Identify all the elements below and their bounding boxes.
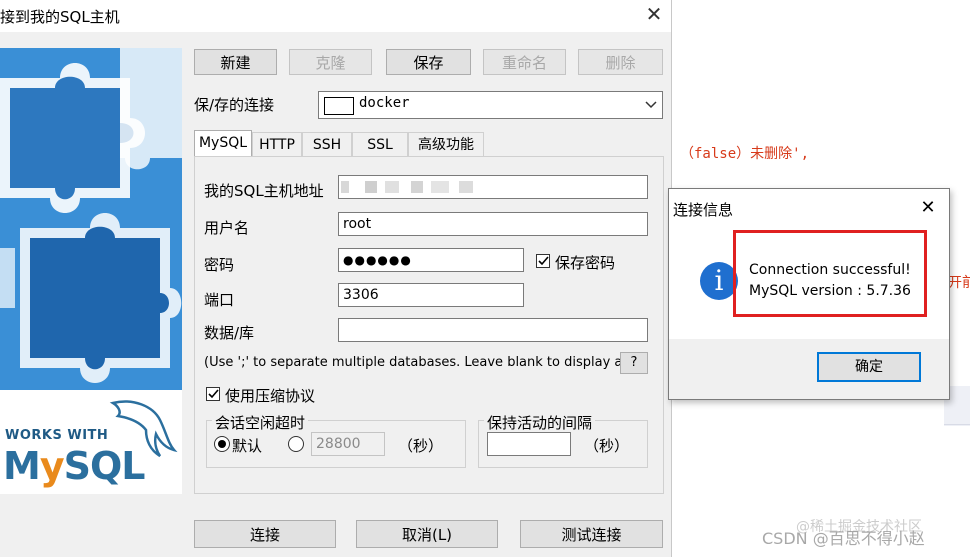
cancel-button[interactable]: 取消(L) <box>356 520 498 548</box>
redacted-host <box>341 181 473 193</box>
background-code-line: （false）未删除', <box>680 146 810 162</box>
compression-label: 使用压缩协议 <box>225 387 316 405</box>
timeout-unit: （秒） <box>398 437 444 455</box>
puzzle-image: WORKS WITH MySQL <box>0 48 182 494</box>
background-divider <box>944 424 970 425</box>
database-label: 数据/库 <box>204 324 255 342</box>
host-label: 我的SQL主机地址 <box>204 182 324 200</box>
highlight-annotation <box>733 230 927 317</box>
timeout-default-label: 默认 <box>232 437 263 455</box>
new-button[interactable]: 新建 <box>194 49 277 75</box>
password-input[interactable]: ●●●●●● <box>338 248 524 272</box>
user-label: 用户名 <box>204 219 250 237</box>
session-timeout-title: 会话空闲超时 <box>212 412 309 433</box>
watermark: CSDN @百思不得小赵 <box>762 529 925 548</box>
title-bar: 接到我的SQL主机 ✕ <box>0 0 672 32</box>
tab-advanced[interactable]: 高级功能 <box>408 132 484 156</box>
database-hint: (Use ';' to separate multiple databases.… <box>204 355 635 370</box>
checkmark-icon <box>208 389 219 399</box>
timeout-custom-input[interactable]: 28800 <box>311 432 385 456</box>
puzzle-graphic <box>0 48 182 390</box>
dialog-title: 连接信息 <box>673 201 734 219</box>
close-icon[interactable]: ✕ <box>642 2 666 26</box>
connection-color-swatch <box>324 97 354 115</box>
keepalive-input[interactable] <box>487 432 571 456</box>
window-title: 接到我的SQL主机 <box>0 8 120 26</box>
help-button[interactable]: ? <box>620 352 648 374</box>
saved-connection-value: docker <box>359 95 410 111</box>
save-password-label: 保存密码 <box>555 254 616 272</box>
saved-connection-select[interactable]: docker <box>318 91 663 119</box>
timeout-custom-radio[interactable] <box>288 436 304 452</box>
dialog-close-icon[interactable]: ✕ <box>917 197 939 219</box>
save-password-checkbox[interactable] <box>536 254 550 268</box>
save-button[interactable]: 保存 <box>386 49 471 75</box>
timeout-default-radio[interactable] <box>214 436 230 452</box>
works-with-text: WORKS WITH <box>5 428 109 443</box>
rename-button[interactable]: 重命名 <box>483 49 566 75</box>
host-input[interactable] <box>338 175 648 199</box>
user-input[interactable]: root <box>338 212 648 236</box>
dialog-title-bar: 连接信息 ✕ <box>669 189 949 227</box>
port-label: 端口 <box>204 291 235 309</box>
keepalive-unit: （秒） <box>584 437 630 455</box>
compression-checkbox[interactable] <box>206 387 220 401</box>
tab-ssh[interactable]: SSH <box>302 132 352 156</box>
saved-connections-label: 保/存的连接 <box>194 96 275 114</box>
tab-mysql[interactable]: MySQL <box>194 130 252 156</box>
ok-button[interactable]: 确定 <box>817 352 921 382</box>
database-input[interactable] <box>338 318 648 342</box>
test-connection-button[interactable]: 测试连接 <box>520 520 663 548</box>
connect-window: 接到我的SQL主机 ✕ WORKS WITH MySQL 新建 克隆 保存 重命… <box>0 0 672 557</box>
mysql-brand-text: MySQL <box>3 444 146 488</box>
tab-ssl[interactable]: SSL <box>352 132 408 156</box>
password-label: 密码 <box>204 256 235 274</box>
mysql-logo: WORKS WITH MySQL <box>0 390 182 494</box>
port-input[interactable]: 3306 <box>338 283 524 307</box>
connect-button[interactable]: 连接 <box>194 520 336 548</box>
checkmark-icon <box>538 256 549 266</box>
tab-http[interactable]: HTTP <box>252 132 302 156</box>
delete-button[interactable]: 删除 <box>578 49 663 75</box>
background-code-fragment: 开前 <box>948 275 970 291</box>
keepalive-title: 保持活动的间隔 <box>484 412 596 433</box>
chevron-down-icon <box>645 101 657 109</box>
clone-button[interactable]: 克隆 <box>289 49 372 75</box>
